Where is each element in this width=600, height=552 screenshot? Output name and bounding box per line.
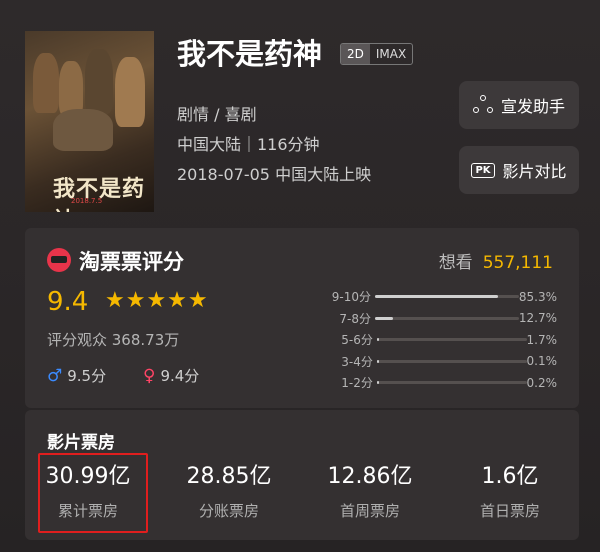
- distribution-bar: [375, 316, 519, 320]
- female-icon: ♀: [143, 365, 156, 386]
- rating-source: 淘票票评分: [79, 250, 184, 274]
- format-tags: 2D IMAX: [340, 43, 414, 65]
- movie-title: 我不是药神: [177, 37, 323, 71]
- distribution-bar: [376, 381, 527, 385]
- poster-date: 2018.7.5: [71, 197, 103, 205]
- male-icon: ♂: [47, 365, 63, 386]
- share-icon: [472, 95, 493, 115]
- rating-card: 淘票票评分 想看 557,111 9.4 ★★★★★ 评分观众 368.73万 ♂…: [25, 228, 579, 408]
- female-score-value: 9.4分: [160, 367, 200, 385]
- poster-figure: [85, 49, 113, 114]
- taopiaopiao-logo-icon: [47, 248, 71, 272]
- poster-figure: [59, 61, 83, 116]
- distribution-percent: 0.2%: [526, 375, 558, 390]
- distribution-percent: 85.3%: [518, 289, 557, 304]
- promo-assistant-label: 宣发助手: [500, 97, 565, 116]
- distribution-row: 1-2分 0.2%: [325, 372, 557, 394]
- box-office-label: 首周票房: [339, 502, 400, 520]
- box-office-first-week[interactable]: 12.86亿 首周票房: [315, 462, 425, 521]
- box-office-split[interactable]: 28.85亿 分账票房: [174, 462, 284, 521]
- compare-label: 影片对比: [502, 162, 567, 181]
- distribution-label: 3-4分: [341, 354, 373, 369]
- distribution-label: 5-6分: [341, 333, 373, 348]
- distribution-bar: [376, 338, 527, 342]
- rating-audience: 评分观众 368.73万: [47, 331, 180, 349]
- distribution-percent: 12.7%: [518, 311, 557, 326]
- poster-figure: [53, 109, 113, 151]
- box-office-value: 28.85亿: [186, 464, 272, 489]
- movie-genre: 剧情 / 喜剧: [177, 105, 257, 124]
- movie-region-runtime: 中国大陆｜116分钟: [177, 135, 320, 154]
- poster-figure: [115, 57, 145, 127]
- poster-figure: [33, 53, 59, 113]
- movie-release-date: 2018-07-05 中国大陆上映: [177, 165, 372, 184]
- box-office-value: 12.86亿: [327, 464, 413, 489]
- box-office-title: 影片票房: [47, 433, 115, 453]
- male-score: ♂ 9.5分: [47, 365, 106, 386]
- box-office-label: 首日票房: [479, 502, 540, 520]
- star-rating-icon: ★★★★★: [105, 288, 209, 313]
- distribution-row: 3-4分 0.1%: [325, 351, 557, 373]
- pk-icon: PK: [471, 162, 495, 178]
- rating-score: 9.4: [47, 287, 89, 317]
- distribution-row: 9-10分 85.3%: [325, 286, 557, 308]
- tag-imax: IMAX: [375, 47, 407, 61]
- distribution-bar-fill: [376, 338, 380, 342]
- want-to-see: 想看 557,111: [439, 248, 553, 273]
- box-office-label: 分账票房: [198, 502, 259, 520]
- distribution-bar-fill: [376, 359, 380, 363]
- distribution-label: 1-2分: [341, 376, 373, 391]
- male-score-value: 9.5分: [67, 367, 107, 385]
- box-office-first-day[interactable]: 1.6亿 首日票房: [455, 462, 565, 521]
- movie-poster[interactable]: 我不是药神 2018.7.5: [25, 31, 154, 212]
- distribution-row: 5-6分 1.7%: [325, 329, 557, 351]
- rating-distribution: 9-10分 85.3% 7-8分 12.7% 5-6分 1.7% 3-4分 0.…: [325, 286, 557, 394]
- distribution-percent: 1.7%: [526, 332, 558, 347]
- distribution-bar-fill: [376, 381, 380, 385]
- female-score: ♀ 9.4分: [143, 365, 199, 386]
- poster-title: 我不是药神: [53, 176, 146, 212]
- want-label: 想看: [438, 253, 473, 273]
- distribution-bar: [375, 295, 519, 299]
- highlight-box: [38, 453, 148, 533]
- distribution-row: 7-8分 12.7%: [325, 308, 557, 330]
- distribution-bar-fill: [375, 316, 394, 320]
- tag-2d: 2D: [341, 44, 370, 64]
- distribution-bar: [376, 359, 527, 363]
- distribution-label: 9-10分: [331, 290, 372, 305]
- compare-button[interactable]: PK 影片对比: [459, 146, 579, 194]
- box-office-value: 1.6亿: [481, 464, 539, 489]
- promo-assistant-button[interactable]: 宣发助手: [459, 81, 579, 129]
- distribution-label: 7-8分: [339, 311, 372, 326]
- distribution-bar-fill: [375, 295, 498, 299]
- distribution-percent: 0.1%: [526, 354, 558, 369]
- want-count: 557,111: [482, 253, 553, 273]
